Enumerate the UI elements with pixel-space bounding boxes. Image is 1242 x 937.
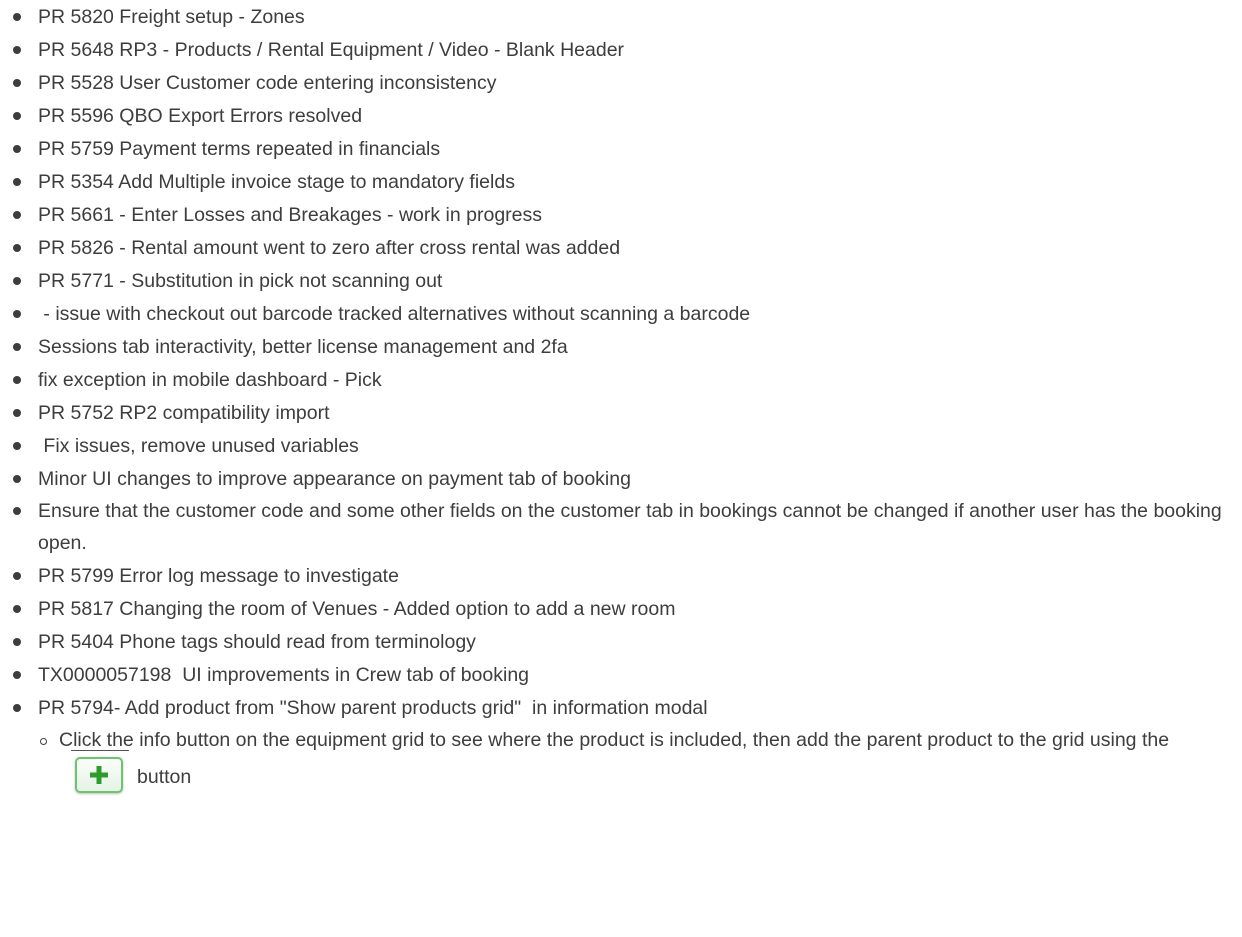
add-button-wrap (71, 750, 129, 794)
list-item: PR 5596 QBO Export Errors resolved (0, 99, 1242, 132)
list-item-text: PR 5759 Payment terms repeated in financ… (38, 137, 441, 160)
bullet-icon (13, 441, 21, 450)
list-item: PR 5799 Error log message to investigate (0, 559, 1242, 592)
list-item-text: PR 5794- Add product from "Show parent p… (38, 696, 708, 719)
list-item-text: PR 5354 Add Multiple invoice stage to ma… (38, 170, 515, 193)
list-item-text: PR 5661 - Enter Losses and Breakages - w… (38, 203, 543, 226)
bullet-icon (13, 177, 21, 186)
bullet-icon (13, 408, 21, 417)
list-item: Minor UI changes to improve appearance o… (0, 462, 1242, 495)
list-item: PR 5817 Changing the room of Venues - Ad… (0, 592, 1242, 625)
bullet-icon (13, 309, 21, 318)
bullet-icon (13, 276, 21, 285)
list-item-text: Fix issues, remove unused variables (38, 434, 359, 457)
list-item: PR 5752 RP2 compatibility import (0, 396, 1242, 429)
add-button[interactable] (75, 757, 123, 794)
list-item-text: PR 5528 User Customer code entering inco… (38, 71, 497, 94)
list-item: Fix issues, remove unused variables (0, 429, 1242, 462)
list-item: fix exception in mobile dashboard - Pick (0, 363, 1242, 396)
bullet-icon (13, 78, 21, 87)
list-item: PR 5826 - Rental amount went to zero aft… (0, 231, 1242, 264)
list-item-text: PR 5820 Freight setup - Zones (38, 5, 305, 28)
bullet-icon (13, 375, 21, 384)
hollow-bullet-icon (40, 737, 47, 745)
sub-list-item-text-after: button (137, 765, 192, 788)
sub-list-item: Click the info button on the equipment g… (38, 722, 1232, 796)
list-item: Sessions tab interactivity, better licen… (0, 330, 1242, 363)
list-item-text: PR 5596 QBO Export Errors resolved (38, 104, 363, 127)
bullet-icon (13, 243, 21, 252)
list-item: PR 5759 Payment terms repeated in financ… (0, 132, 1242, 165)
list-item-text: PR 5826 - Rental amount went to zero aft… (38, 236, 621, 259)
list-item-text: PR 5799 Error log message to investigate (38, 564, 399, 587)
list-item: PR 5404 Phone tags should read from term… (0, 625, 1242, 658)
bullet-icon (13, 507, 21, 515)
list-item: PR 5794- Add product from "Show parent p… (0, 691, 1242, 798)
list-item: PR 5528 User Customer code entering inco… (0, 66, 1242, 99)
bullet-icon (13, 604, 21, 613)
list-item-text: - issue with checkout out barcode tracke… (38, 302, 751, 325)
list-item: Ensure that the customer code and some o… (0, 495, 1242, 559)
list-item: - issue with checkout out barcode tracke… (0, 297, 1242, 330)
bullet-icon (13, 670, 21, 679)
plus-icon (90, 766, 108, 785)
list-item-text: Ensure that the customer code and some o… (38, 500, 1222, 554)
list-item-text: TX0000057198 UI improvements in Crew tab… (38, 663, 530, 686)
list-item-text: PR 5404 Phone tags should read from term… (38, 630, 476, 653)
list-item: PR 5648 RP3 - Products / Rental Equipmen… (0, 33, 1242, 66)
list-item-text: Minor UI changes to improve appearance o… (38, 467, 631, 490)
list-item-text: Sessions tab interactivity, better licen… (38, 335, 568, 358)
bullet-icon (13, 703, 21, 712)
bullet-icon (13, 111, 21, 120)
list-item-text: PR 5817 Changing the room of Venues - Ad… (38, 597, 676, 620)
bullet-icon (13, 637, 21, 646)
list-item: PR 5771 - Substitution in pick not scann… (0, 264, 1242, 297)
bullet-icon (13, 210, 21, 219)
release-notes-list: PR 5820 Freight setup - Zones PR 5648 RP… (0, 0, 1242, 798)
divider (71, 750, 129, 752)
sub-list-item-text: Click the info button on the equipment g… (59, 728, 1170, 751)
sub-list: Click the info button on the equipment g… (38, 722, 1232, 796)
list-item: PR 5661 - Enter Losses and Breakages - w… (0, 198, 1242, 231)
bullet-icon (13, 45, 21, 54)
bullet-icon (13, 342, 21, 351)
bullet-icon (13, 474, 21, 483)
bullet-icon (13, 12, 21, 21)
list-item-text: PR 5771 - Substitution in pick not scann… (38, 269, 443, 292)
page: PR 5820 Freight setup - Zones PR 5648 RP… (0, 0, 1242, 937)
list-item: TX0000057198 UI improvements in Crew tab… (0, 658, 1242, 691)
list-item: PR 5354 Add Multiple invoice stage to ma… (0, 165, 1242, 198)
list-item-text: fix exception in mobile dashboard - Pick (38, 368, 382, 391)
list-item-text: PR 5752 RP2 compatibility import (38, 401, 330, 424)
bullet-icon (13, 144, 21, 153)
list-item-text: PR 5648 RP3 - Products / Rental Equipmen… (38, 38, 625, 61)
bullet-icon (13, 571, 21, 580)
list-item: PR 5820 Freight setup - Zones (0, 0, 1242, 33)
